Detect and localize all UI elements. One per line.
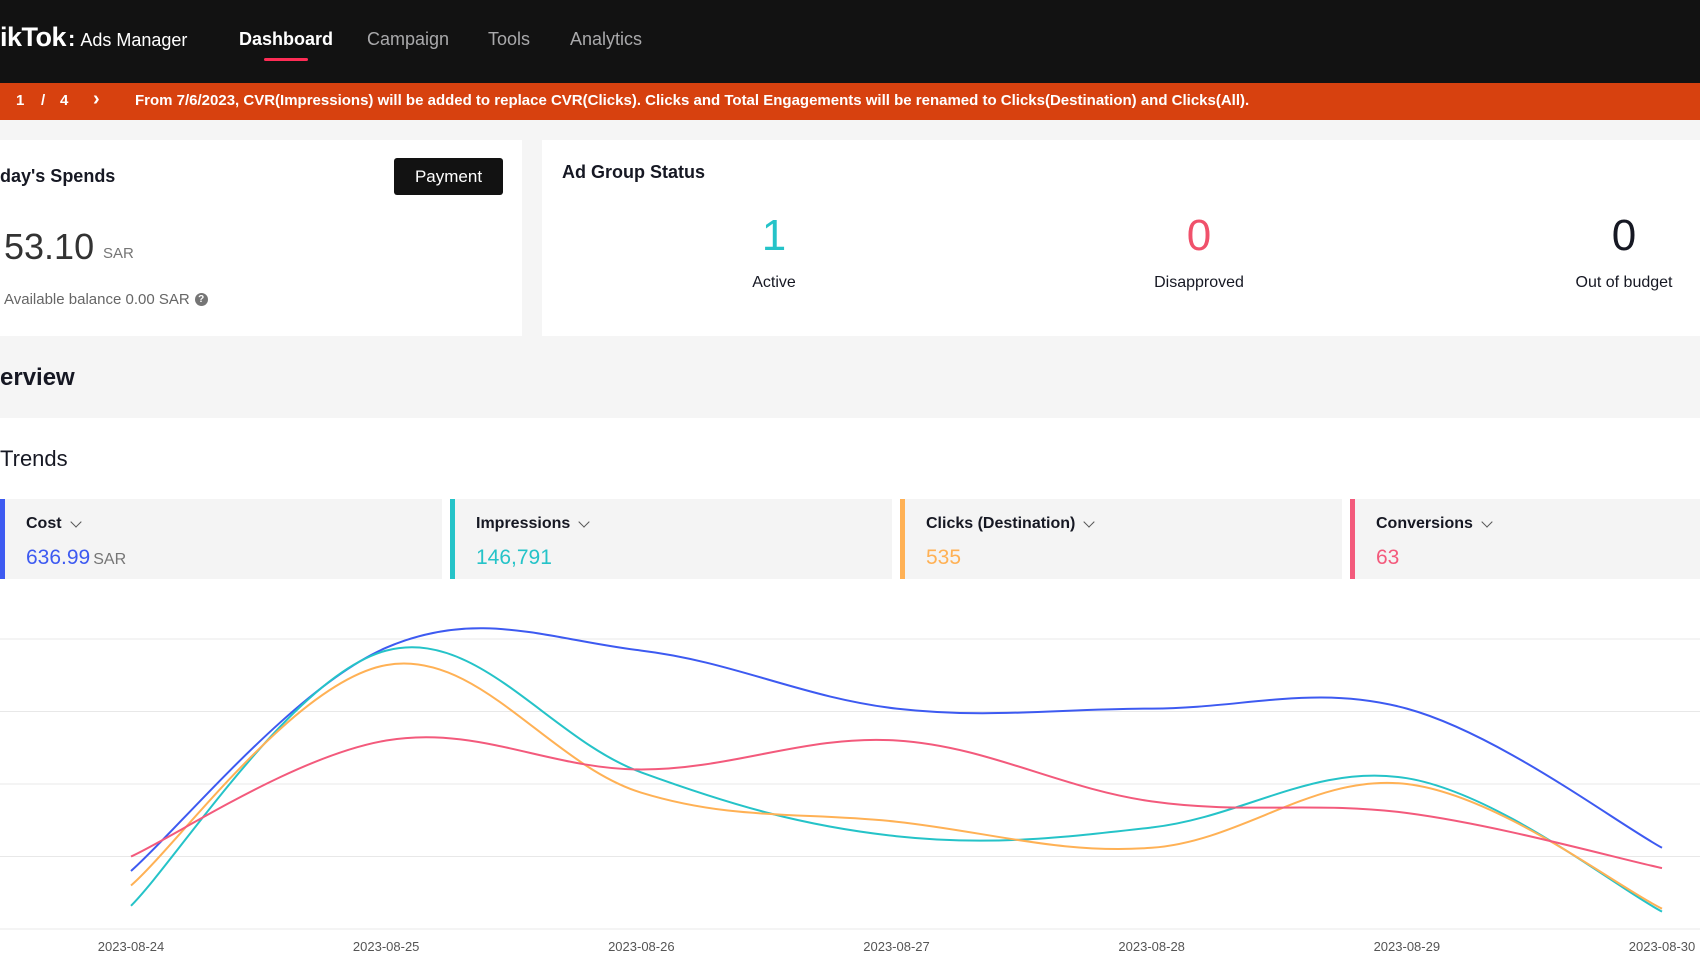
x-tick-label: 2023-08-26	[608, 939, 675, 954]
x-tick-label: 2023-08-29	[1374, 939, 1441, 954]
series-line-clicks-destination[interactable]	[130, 662, 1663, 910]
series-line-cost[interactable]	[130, 627, 1663, 872]
x-tick-label: 2023-08-30	[1629, 939, 1696, 954]
trend-line-chart[interactable]: 2023-08-24 2023-08-25 2023-08-26 2023-08-27…	[0, 0, 1700, 970]
x-tick-label: 2023-08-25	[353, 939, 420, 954]
series-line-impressions[interactable]	[130, 646, 1663, 913]
x-tick-label: 2023-08-27	[863, 939, 930, 954]
series-line-conversions[interactable]	[130, 736, 1663, 870]
x-tick-label: 2023-08-24	[98, 939, 165, 954]
x-tick-label: 2023-08-28	[1118, 939, 1185, 954]
